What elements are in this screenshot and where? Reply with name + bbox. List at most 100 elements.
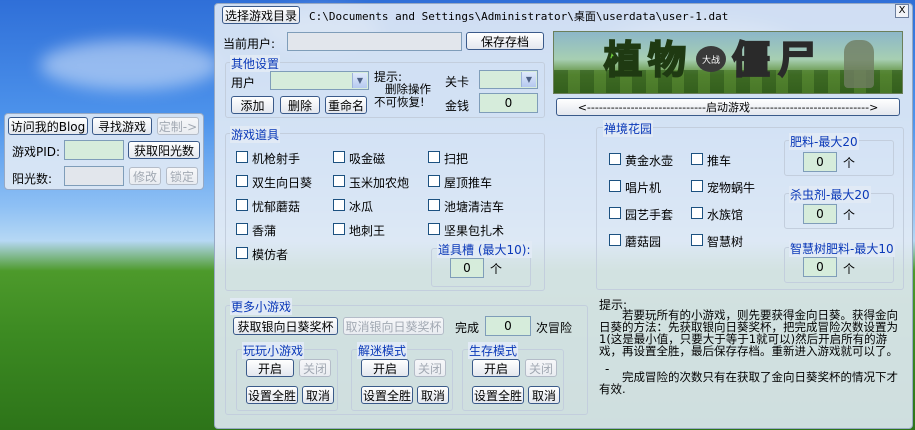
item-checkbox[interactable] [428,175,440,187]
banner-zombie [844,40,874,88]
zen-label: 黄金水壶 [625,154,674,168]
fertilizer-title: 肥料-最大20 [789,133,859,150]
launch-game-button[interactable]: <------------------------------启动游戏-----… [556,98,900,116]
zen-label: 推车 [707,154,732,168]
item-label: 玉米加农炮 [349,176,410,190]
zen-checkbox[interactable] [609,153,621,165]
item-label: 扫把 [444,152,469,166]
complete-count-field[interactable]: 0 [485,316,531,336]
item-label: 屋顶推车 [444,176,493,190]
chevron-down-icon: ▼ [352,73,367,88]
select-game-dir-button[interactable]: 选择游戏目录 [222,6,300,24]
chevron-down-icon: ▼ [521,72,536,87]
zen-checkbox[interactable] [609,234,621,246]
mini-games-cancel-button[interactable]: 取消 [302,386,334,404]
zen-checkbox[interactable] [691,207,703,219]
visit-blog-button[interactable]: 访问我的Blog [8,117,88,135]
item-label: 池塘清洁车 [444,200,505,214]
zen-label: 智慧树 [707,235,744,249]
find-game-button[interactable]: 寻找游戏 [92,117,152,135]
zen-checkbox[interactable] [691,234,703,246]
item-checkbox[interactable] [236,247,248,259]
item-label: 吸金磁 [349,152,386,166]
item-checkbox[interactable] [333,223,345,235]
banner-title-4: 尸 [777,37,817,83]
item-checkbox[interactable] [236,151,248,163]
zen-label: 园艺手套 [625,208,674,222]
get-sunlight-button[interactable]: 获取阳光数 [128,141,200,159]
sun-field[interactable] [64,166,124,186]
mini-games-open-button[interactable]: 开启 [246,359,294,377]
user-select[interactable]: ▼ [270,71,369,90]
zen-label: 水族馆 [707,208,744,222]
cancel-silver-sunflower-button[interactable]: 取消银向日葵奖杯 [343,317,444,335]
survival-mode-cancel-button[interactable]: 取消 [528,386,560,404]
mini-games-close-button[interactable]: 关闭 [299,359,331,377]
tree-food-field[interactable]: 0 [803,257,837,277]
zen-label: 唱片机 [625,181,662,195]
complete-label: 完成 [455,321,480,335]
save-archive-button[interactable]: 保存存档 [466,32,544,50]
zen-checkbox[interactable] [609,207,621,219]
pesticide-field[interactable]: 0 [803,204,837,224]
money-field[interactable]: 0 [479,93,538,113]
other-settings-title: 其他设置 [230,55,281,72]
banner-title-1: 植 [603,37,643,83]
item-slot-unit: 个 [490,262,503,276]
tree-food-title: 智慧树肥料-最大10 [789,240,895,257]
user-label: 用户 [231,76,256,90]
item-label: 地刺王 [349,224,386,238]
money-label: 金钱 [445,99,470,113]
fertilizer-unit: 个 [843,156,856,170]
item-label: 机枪射手 [252,152,301,166]
puzzle-mode-close-button[interactable]: 关闭 [414,359,446,377]
customize-button[interactable]: 定制-> [157,117,199,135]
close-icon[interactable]: X [895,4,909,18]
puzzle-mode-open-button[interactable]: 开启 [361,359,409,377]
item-checkbox[interactable] [333,151,345,163]
pid-label: 游戏PID: [12,145,61,159]
level-select[interactable]: ▼ [479,70,538,89]
puzzle-mode-win-all-button[interactable]: 设置全胜 [361,386,413,404]
delete-user-button[interactable]: 删除 [280,96,320,114]
pid-field[interactable] [64,140,124,160]
survival-mode-open-button[interactable]: 开启 [472,359,520,377]
survival-mode-close-button[interactable]: 关闭 [525,359,557,377]
item-label: 双生向日葵 [252,176,313,190]
modify-button[interactable]: 修改 [129,167,161,185]
item-checkbox[interactable] [428,223,440,235]
banner-title-2: 物 [647,37,687,83]
pesticide-unit: 个 [843,208,856,222]
add-user-button[interactable]: 添加 [231,96,274,114]
banner-title-vs: 大战 [696,46,726,72]
rename-user-button[interactable]: 重命名 [325,96,367,114]
item-checkbox[interactable] [333,199,345,211]
banner-title-3: 僵 [731,37,771,83]
zen-checkbox[interactable] [691,153,703,165]
lock-button[interactable]: 锁定 [166,167,198,185]
fertilizer-field[interactable]: 0 [803,152,837,172]
item-checkbox[interactable] [428,151,440,163]
item-checkbox[interactable] [236,199,248,211]
current-user-field[interactable] [287,32,462,51]
survival-mode-win-all-button[interactable]: 设置全胜 [472,386,524,404]
item-slot-title: 道具槽 (最大10): [437,241,532,258]
puzzle-mode-cancel-button[interactable]: 取消 [417,386,449,404]
game-items-title: 游戏道具 [230,126,281,143]
item-checkbox[interactable] [236,175,248,187]
banner-title-vs-text: 大战 [701,55,720,66]
current-user-label: 当前用户: [223,37,276,51]
item-checkbox[interactable] [236,223,248,235]
zen-garden-title: 禅境花园 [603,120,654,137]
mini-games-title: 更多小游戏 [230,298,293,315]
item-label: 香蒲 [252,224,277,238]
item-checkbox[interactable] [428,199,440,211]
item-checkbox[interactable] [333,175,345,187]
mini-games-win-all-button[interactable]: 设置全胜 [246,386,298,404]
zen-label: 宠物蜗牛 [707,181,756,195]
zen-label: 蘑菇园 [625,235,662,249]
zen-checkbox[interactable] [691,180,703,192]
get-silver-sunflower-button[interactable]: 获取银向日葵奖杯 [233,317,338,335]
zen-checkbox[interactable] [609,180,621,192]
item-slot-field[interactable]: 0 [450,258,484,278]
